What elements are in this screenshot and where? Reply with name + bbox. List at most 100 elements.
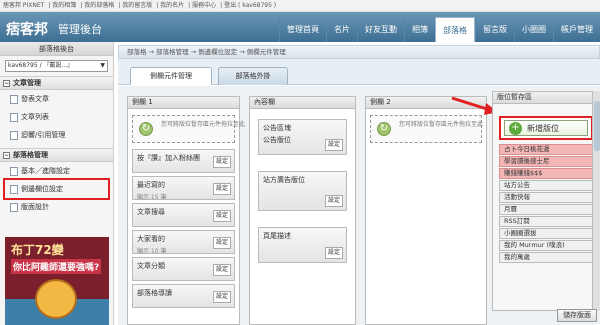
- widget-module[interactable]: 頁尾描述設定: [258, 227, 347, 263]
- nav-album[interactable]: 相簿: [404, 17, 435, 42]
- nav-blog[interactable]: 部落格: [435, 17, 475, 42]
- pool-item[interactable]: RSS訂閱: [499, 216, 593, 227]
- widget-module[interactable]: 最近寫的 顯示 15 筆設定: [132, 176, 235, 201]
- pool-item[interactable]: 小圈圈選拔: [499, 228, 593, 239]
- nav-home[interactable]: 管理首頁: [279, 17, 326, 42]
- widget-module[interactable]: 文章分類 設定: [132, 257, 235, 281]
- utility-link[interactable]: 我的相簿: [52, 2, 76, 9]
- widget-settings-button[interactable]: 設定: [213, 264, 231, 276]
- nav-profile[interactable]: 名片: [326, 17, 357, 42]
- collapse-icon[interactable]: −: [3, 79, 10, 87]
- widget-settings-button[interactable]: 設定: [213, 156, 231, 168]
- sidebar-item-post-list[interactable]: 文章列表: [0, 108, 113, 126]
- sidebar-column-1: 側欄 1 ↻ 您可將版位暫存區元件拖拉至此 按『讚』加入粉絲團 設定 最近寫的 顯示…: [127, 96, 245, 325]
- widget-settings-button[interactable]: 設定: [325, 139, 343, 151]
- drop-zone[interactable]: ↻ 您可將版位暫存區元件拖拉至此: [132, 115, 245, 143]
- drop-hint: 您可將版位暫存區元件拖拉至此: [161, 121, 246, 128]
- widget-settings-button[interactable]: 設定: [213, 210, 231, 222]
- main-nav: 管理首頁 名片 好友互動 相簿 部落格 留言版 小圈圈 帳戶管理: [279, 17, 600, 42]
- sidebar-item-label: 版面設計: [21, 203, 49, 211]
- sidebar-column-2: 側欄 2 ↻ 您可將版位暫存區元件拖拉至此: [365, 96, 487, 325]
- add-widget-label: 新增版位: [527, 124, 559, 133]
- sidebar-item-sidebar-settings[interactable]: 側邊欄位設定: [3, 178, 110, 200]
- collapse-icon[interactable]: −: [3, 151, 10, 159]
- sidebar-item-comments[interactable]: 迴響/引用管理: [0, 126, 113, 144]
- page-title: 管理後台: [58, 23, 102, 36]
- sidebar-heading: 部落格後台: [0, 42, 113, 56]
- section-article-management[interactable]: − 文章管理: [0, 76, 113, 90]
- account-select-value: kav68795 / 『戴設...』: [8, 62, 74, 69]
- add-widget-highlight: + 新增版位: [499, 116, 593, 140]
- utility-link[interactable]: 我的留言版: [122, 2, 152, 9]
- site-logo[interactable]: 痞客邦: [6, 19, 48, 39]
- refresh-arrow-icon: ↻: [139, 122, 153, 136]
- utility-link[interactable]: 服務中心: [192, 2, 216, 9]
- widget-settings-button[interactable]: 設定: [213, 183, 231, 195]
- pool-item[interactable]: 賺錢賺錢$$$: [499, 168, 593, 179]
- sidebar-item-layout-design[interactable]: 版面設計: [0, 198, 113, 216]
- section-title: 文章管理: [13, 79, 41, 87]
- sidebar-ad[interactable]: 布丁72變 你比阿雞師還要強嗎?: [5, 237, 109, 325]
- widget-settings-button[interactable]: 設定: [213, 237, 231, 249]
- widget-module[interactable]: 部落格導讀 設定: [132, 284, 235, 308]
- pool-item[interactable]: 我的 Murmur (噗浪): [499, 240, 593, 251]
- sidebar-item-basic-settings[interactable]: 基本／進階設定: [0, 162, 113, 180]
- tab-blog-plugins[interactable]: 部落格外掛: [218, 67, 288, 85]
- widget-label: 文章搜尋: [137, 208, 165, 216]
- layout-icon: [10, 184, 18, 194]
- widget-module[interactable]: 按『讚』加入粉絲團 設定: [132, 149, 235, 173]
- save-layout-button[interactable]: 儲存版面: [557, 309, 597, 322]
- pool-item[interactable]: 占卜今日桃花運: [499, 144, 593, 155]
- ad-tagline: 你比阿雞師還要強嗎?: [11, 259, 102, 274]
- scrollbar-thumb[interactable]: [594, 101, 600, 151]
- widget-module[interactable]: 公告區塊 公告版位 設定: [258, 119, 347, 155]
- widget-label: 部落格導讀: [137, 289, 172, 297]
- widget-label: 最近寫的: [137, 181, 165, 189]
- pool-item[interactable]: 我的萬歲: [499, 252, 593, 263]
- utility-link[interactable]: 我的部落格: [84, 2, 114, 9]
- utility-link[interactable]: 我的名片: [160, 2, 184, 9]
- pool-item[interactable]: 月曆: [499, 204, 593, 215]
- account-select[interactable]: kav68795 / 『戴設...』 ▼: [5, 60, 108, 72]
- palette-icon: [10, 202, 18, 212]
- pool-item[interactable]: 學習讀後感士尼: [499, 156, 593, 167]
- pool-item[interactable]: 站方公告: [499, 180, 593, 191]
- refresh-arrow-icon: ↻: [377, 122, 391, 136]
- widget-settings-button[interactable]: 設定: [325, 195, 343, 207]
- nav-friends[interactable]: 好友互動: [357, 17, 404, 42]
- pool-scrollbar[interactable]: [592, 91, 600, 311]
- widget-settings-button[interactable]: 設定: [325, 247, 343, 259]
- drop-zone[interactable]: ↻ 您可將版位暫存區元件拖拉至此: [370, 115, 483, 143]
- comment-icon: [10, 130, 18, 140]
- pool-item[interactable]: 活動快報: [499, 192, 593, 203]
- drop-hint: 您可將版位暫存區元件拖拉至此: [399, 121, 484, 128]
- add-widget-button[interactable]: + 新增版位: [504, 120, 588, 136]
- tab-sidebar-components[interactable]: 側欄元件管理: [130, 67, 212, 85]
- breadcrumb: 部落格 → 部落格管理 → 側邊欄位設定 → 側欄元件管理: [118, 45, 600, 59]
- nav-account[interactable]: 帳戶管理: [553, 17, 600, 42]
- nav-groups[interactable]: 小圈圈: [514, 17, 553, 42]
- widget-module[interactable]: 站方廣告版位設定: [258, 171, 347, 211]
- logout-link[interactable]: 登出 ( kav68795 ): [224, 2, 276, 9]
- section-blog-management[interactable]: − 部落格管理: [0, 148, 113, 162]
- widget-label: 頁尾描述: [263, 232, 291, 240]
- gear-icon: [10, 166, 18, 176]
- content-column: 內容欄 公告區塊 公告版位 設定 站方廣告版位 設定 頁尾描述 設定: [249, 96, 356, 325]
- main-header: 痞客邦 管理後台 管理首頁 名片 好友互動 相簿 部落格 留言版 小圈圈 帳戶管…: [0, 12, 600, 42]
- widget-label: 公告區塊: [263, 124, 291, 132]
- tab-bar: 側欄元件管理 部落格外掛: [118, 59, 600, 85]
- nav-guestbook[interactable]: 留言版: [475, 17, 514, 42]
- widget-label: 大家看的: [137, 235, 165, 243]
- utility-link[interactable]: 痞客邦 PIXNET: [3, 2, 44, 9]
- widget-label: 文章分類: [137, 262, 165, 270]
- widget-module[interactable]: 文章搜尋 設定: [132, 203, 235, 227]
- ad-headline: 布丁72變: [11, 243, 64, 257]
- section-title: 部落格管理: [13, 151, 48, 159]
- widget-module[interactable]: 大家看的 顯示 10 筆設定: [132, 230, 235, 255]
- plus-icon: +: [509, 122, 522, 135]
- widget-settings-button[interactable]: 設定: [213, 291, 231, 303]
- widget-pool: 版位暫存區 + 新增版位 占卜今日桃花運 學習讀後感士尼 賺錢賺錢$$$ 站方公…: [492, 91, 600, 311]
- sidebar-item-label: 迴響/引用管理: [21, 131, 66, 139]
- widget-label: 站方廣告版位: [263, 176, 305, 184]
- sidebar-item-new-post[interactable]: 發表文章: [0, 90, 113, 108]
